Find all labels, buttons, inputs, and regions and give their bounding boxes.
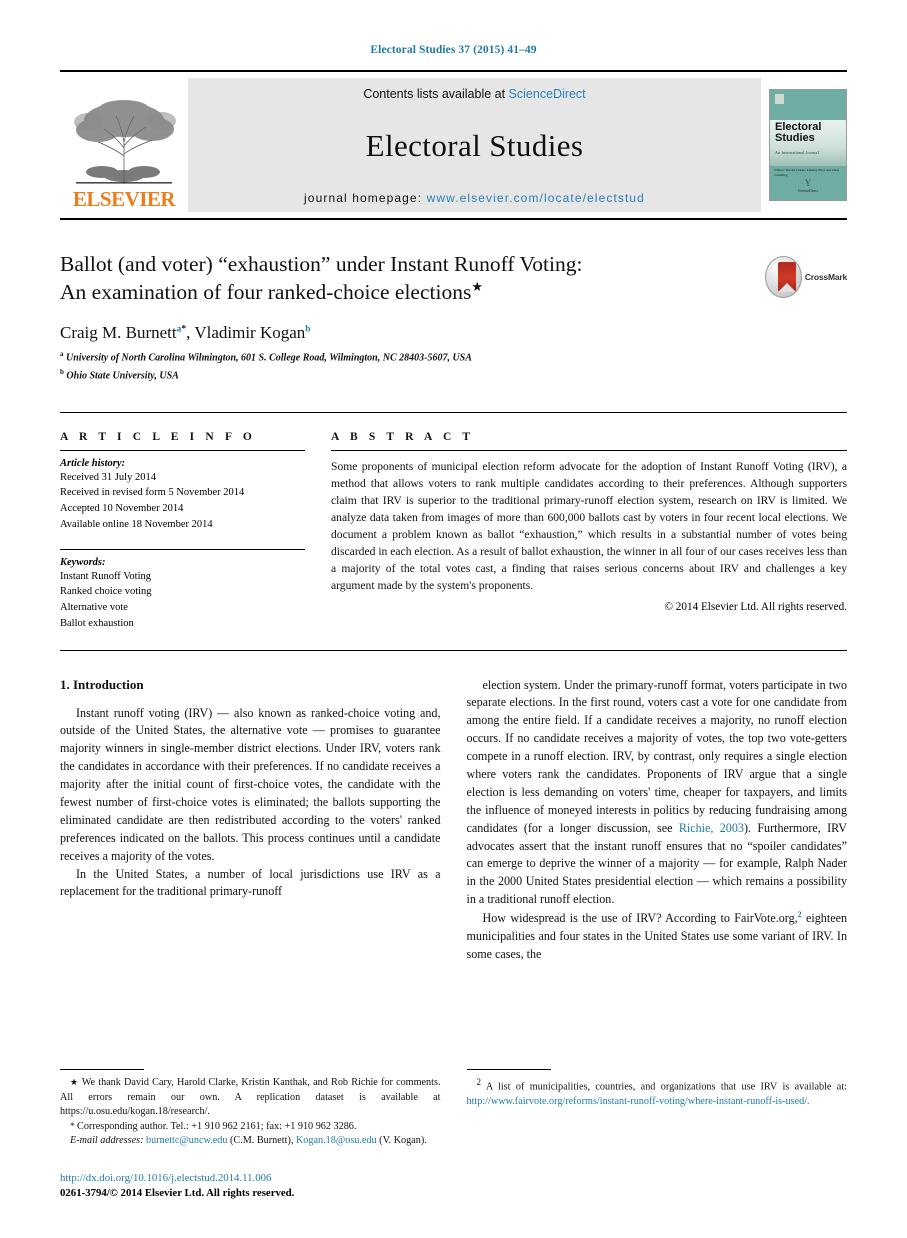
keywords-label: Keywords: <box>60 556 106 568</box>
crossmark-bookmark-shape <box>778 262 796 292</box>
contents-prefix: Contents lists available at <box>363 87 509 101</box>
journal-article-page: Electoral Studies 37 (2015) 41–49 ELSEVI… <box>0 0 907 1238</box>
body-column-right: election system. Under the primary-runof… <box>467 677 848 964</box>
article-history-label: Article history: <box>60 457 126 469</box>
footnote-rule-right <box>466 1069 551 1071</box>
history-item: Available online 18 November 2014 <box>60 518 213 530</box>
footnote-corresponding-author: * Corresponding author. Tel.: +1 910 962… <box>60 1120 441 1134</box>
cover-subtitle: An International Journal <box>775 150 819 155</box>
issn-copyright-line: 0261-3794/© 2014 Elsevier Ltd. All right… <box>60 1187 295 1200</box>
footnote-star-mark: ★ <box>70 1077 79 1088</box>
cover-publisher-logo: Y ScienceDirect <box>798 178 818 194</box>
email-2-owner: (V. Kogan). <box>376 1135 427 1147</box>
footnote-column-left: ★ We thank David Cary, Harold Clarke, Kr… <box>60 1069 441 1202</box>
paragraph: How widespread is the use of IRV? Accord… <box>467 909 848 964</box>
page-title: Ballot (and voter) “exhaustion” under In… <box>60 250 751 307</box>
citation-link-richie-2003[interactable]: Richie, 2003 <box>679 821 744 835</box>
keyword-item: Ballot exhaustion <box>60 617 134 629</box>
abstract-copyright: © 2014 Elsevier Ltd. All rights reserved… <box>664 600 848 613</box>
keyword-item: Ranked choice voting <box>60 586 152 598</box>
email-1-owner: (C.M. Burnett), <box>227 1135 296 1147</box>
journal-cover-thumbnail: Electoral Studies An International Journ… <box>761 78 847 212</box>
title-line-1: Ballot (and voter) “exhaustion” under In… <box>60 252 583 276</box>
cover-image: Electoral Studies An International Journ… <box>769 89 847 201</box>
affiliation-a-mark: a <box>60 349 64 358</box>
paragraph: election system. Under the primary-runof… <box>467 677 848 910</box>
footnote-star-text: We thank David Cary, Harold Clarke, Kris… <box>60 1077 441 1118</box>
author-2-affil-mark: b <box>305 324 311 335</box>
paragraph-text-part: How widespread is the use of IRV? Accord… <box>482 911 798 926</box>
email-addresses-label: E-mail addresses: <box>70 1135 144 1147</box>
affiliation-b: b Ohio State University, USA <box>60 367 751 384</box>
contents-available-line: Contents lists available at ScienceDirec… <box>363 87 585 101</box>
footnote-2-text: A list of municipalities, countries, and… <box>481 1081 847 1093</box>
body-columns: 1. Introduction Instant runoff voting (I… <box>60 677 847 964</box>
crossmark-badge[interactable]: CrossMark <box>765 252 847 302</box>
affiliation-b-mark: b <box>60 367 64 376</box>
keyword-item: Instant Runoff Voting <box>60 570 152 582</box>
article-info-heading: A R T I C L E I N F O <box>60 430 256 443</box>
cover-title-line2: Studies <box>775 132 815 144</box>
fairvote-url-link[interactable]: http://www.fairvote.org/reforms/instant-… <box>467 1096 810 1107</box>
paragraph-text-part: election system. Under the primary-runof… <box>466 677 848 835</box>
affiliation-b-text: Ohio State University, USA <box>66 370 179 382</box>
info-abstract-section: A R T I C L E I N F O Article history: R… <box>60 411 847 632</box>
elsevier-logo: ELSEVIER <box>60 78 188 212</box>
history-item: Received 31 July 2014 <box>60 471 156 483</box>
doi-block: http://dx.doi.org/10.1016/j.electstud.20… <box>60 1171 441 1202</box>
banner-center-panel: Contents lists available at ScienceDirec… <box>188 78 761 212</box>
cover-corner-mark <box>775 94 784 104</box>
abstract-rule <box>331 449 847 451</box>
keywords-rule <box>60 548 305 550</box>
crossmark-label: CrossMark <box>804 272 847 282</box>
abstract-text: Some proponents of municipal election re… <box>331 459 847 592</box>
cover-title: Electoral Studies <box>775 122 821 144</box>
email-link-kogan[interactable]: Kogan.18@osu.edu <box>296 1135 377 1146</box>
cover-logo-text: ScienceDirect <box>797 189 819 194</box>
abstract-heading: A B S T R A C T <box>331 430 475 443</box>
author-list: Craig M. Burnetta*, Vladimir Koganb <box>60 323 751 343</box>
footnote-acknowledgment: ★ We thank David Cary, Harold Clarke, Kr… <box>60 1076 441 1119</box>
article-info-rule <box>60 449 305 451</box>
paragraph: Instant runoff voting (IRV) — also known… <box>60 705 441 863</box>
title-and-authors: Ballot (and voter) “exhaustion” under In… <box>60 250 765 384</box>
author-2-name: Vladimir Kogan <box>194 322 306 342</box>
elsevier-wordmark: ELSEVIER <box>72 187 176 211</box>
journal-homepage-line: journal homepage: www.elsevier.com/locat… <box>304 191 645 205</box>
email-link-burnett[interactable]: burnettc@uncw.edu <box>146 1135 227 1146</box>
author-1-name: Craig M. Burnett <box>60 322 177 342</box>
affiliation-a: a University of North Carolina Wilmingto… <box>60 349 751 366</box>
history-item: Received in revised form 5 November 2014 <box>60 487 245 499</box>
affiliation-a-text: University of North Carolina Wilmington,… <box>66 352 472 364</box>
article-info-column: A R T I C L E I N F O Article history: R… <box>60 431 305 632</box>
title-footnote-star: ★ <box>471 279 483 295</box>
footnote-column-right: 2 A list of municipalities, countries, a… <box>466 1069 848 1202</box>
footnote-corr-text: Corresponding author. Tel.: +1 910 962 2… <box>74 1120 357 1132</box>
footnote-rule-left <box>60 1069 144 1071</box>
keyword-item: Alternative vote <box>60 602 128 614</box>
homepage-label: journal homepage: <box>304 191 427 205</box>
crossmark-icon <box>765 256 802 298</box>
footnote-2: 2 A list of municipalities, countries, a… <box>467 1076 848 1109</box>
body-separator-rule <box>60 649 847 651</box>
title-block: Ballot (and voter) “exhaustion” under In… <box>60 250 847 384</box>
homepage-url-link[interactable]: www.elsevier.com/locate/electstud <box>427 191 645 205</box>
cover-logo-mark: Y <box>804 177 812 188</box>
title-line-2: An examination of four ranked-choice ele… <box>60 280 472 305</box>
journal-banner: ELSEVIER Contents lists available at Sci… <box>60 70 847 220</box>
running-head: Electoral Studies 37 (2015) 41–49 <box>370 44 537 56</box>
elsevier-tree-icon <box>74 100 176 184</box>
abstract-column: A B S T R A C T Some proponents of munic… <box>331 431 847 632</box>
body-column-left: 1. Introduction Instant runoff voting (I… <box>60 677 441 964</box>
sciencedirect-link[interactable]: ScienceDirect <box>509 87 586 101</box>
section-heading-introduction: 1. Introduction <box>60 676 144 692</box>
history-item: Accepted 10 November 2014 <box>60 503 184 515</box>
journal-title: Electoral Studies <box>365 128 584 163</box>
footnote-emails: E-mail addresses: burnettc@uncw.edu (C.M… <box>60 1134 441 1148</box>
crossmark-notch <box>778 283 796 292</box>
footnote-area: ★ We thank David Cary, Harold Clarke, Kr… <box>60 1069 847 1202</box>
doi-link[interactable]: http://dx.doi.org/10.1016/j.electstud.20… <box>60 1171 441 1187</box>
paragraph: In the United States, a number of local … <box>60 866 441 899</box>
